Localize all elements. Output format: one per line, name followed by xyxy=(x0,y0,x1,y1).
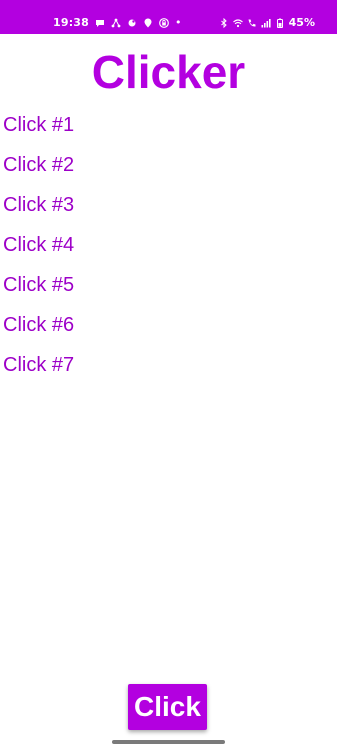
list-item: Click #6 xyxy=(3,314,75,336)
list-item: Click #4 xyxy=(3,234,75,256)
share-nodes-icon xyxy=(111,18,121,28)
bluetooth-icon xyxy=(219,17,229,28)
list-item: Click #3 xyxy=(3,194,75,216)
gesture-navigation-handle[interactable] xyxy=(112,740,225,744)
list-item: Click #5 xyxy=(3,274,75,296)
status-left-group: 19:38 • xyxy=(53,16,182,29)
location-pin-icon xyxy=(143,18,153,28)
battery-icon xyxy=(275,18,285,28)
chat-bubble-icon xyxy=(95,18,105,28)
signal-icon xyxy=(261,18,271,28)
list-item: Click #7 xyxy=(3,354,75,376)
status-time: 19:38 xyxy=(53,16,90,29)
wifi-calling-icon xyxy=(247,18,257,28)
click-button[interactable]: Click xyxy=(128,684,207,730)
wifi-icon xyxy=(232,18,243,28)
click-list: Click #1 Click #2 Click #3 Click #4 Click #5… xyxy=(3,112,74,392)
status-bar: 19:38 • 45% xyxy=(0,0,337,34)
vpn-lock-icon xyxy=(159,17,169,28)
notification-dot: • xyxy=(175,16,182,29)
dot-icon xyxy=(127,18,137,28)
list-item: Click #1 xyxy=(3,114,75,136)
list-item: Click #2 xyxy=(3,154,75,176)
battery-percentage: 45% xyxy=(288,16,315,29)
status-right-group: 45% xyxy=(219,16,315,29)
page-title: Clicker xyxy=(91,46,246,98)
